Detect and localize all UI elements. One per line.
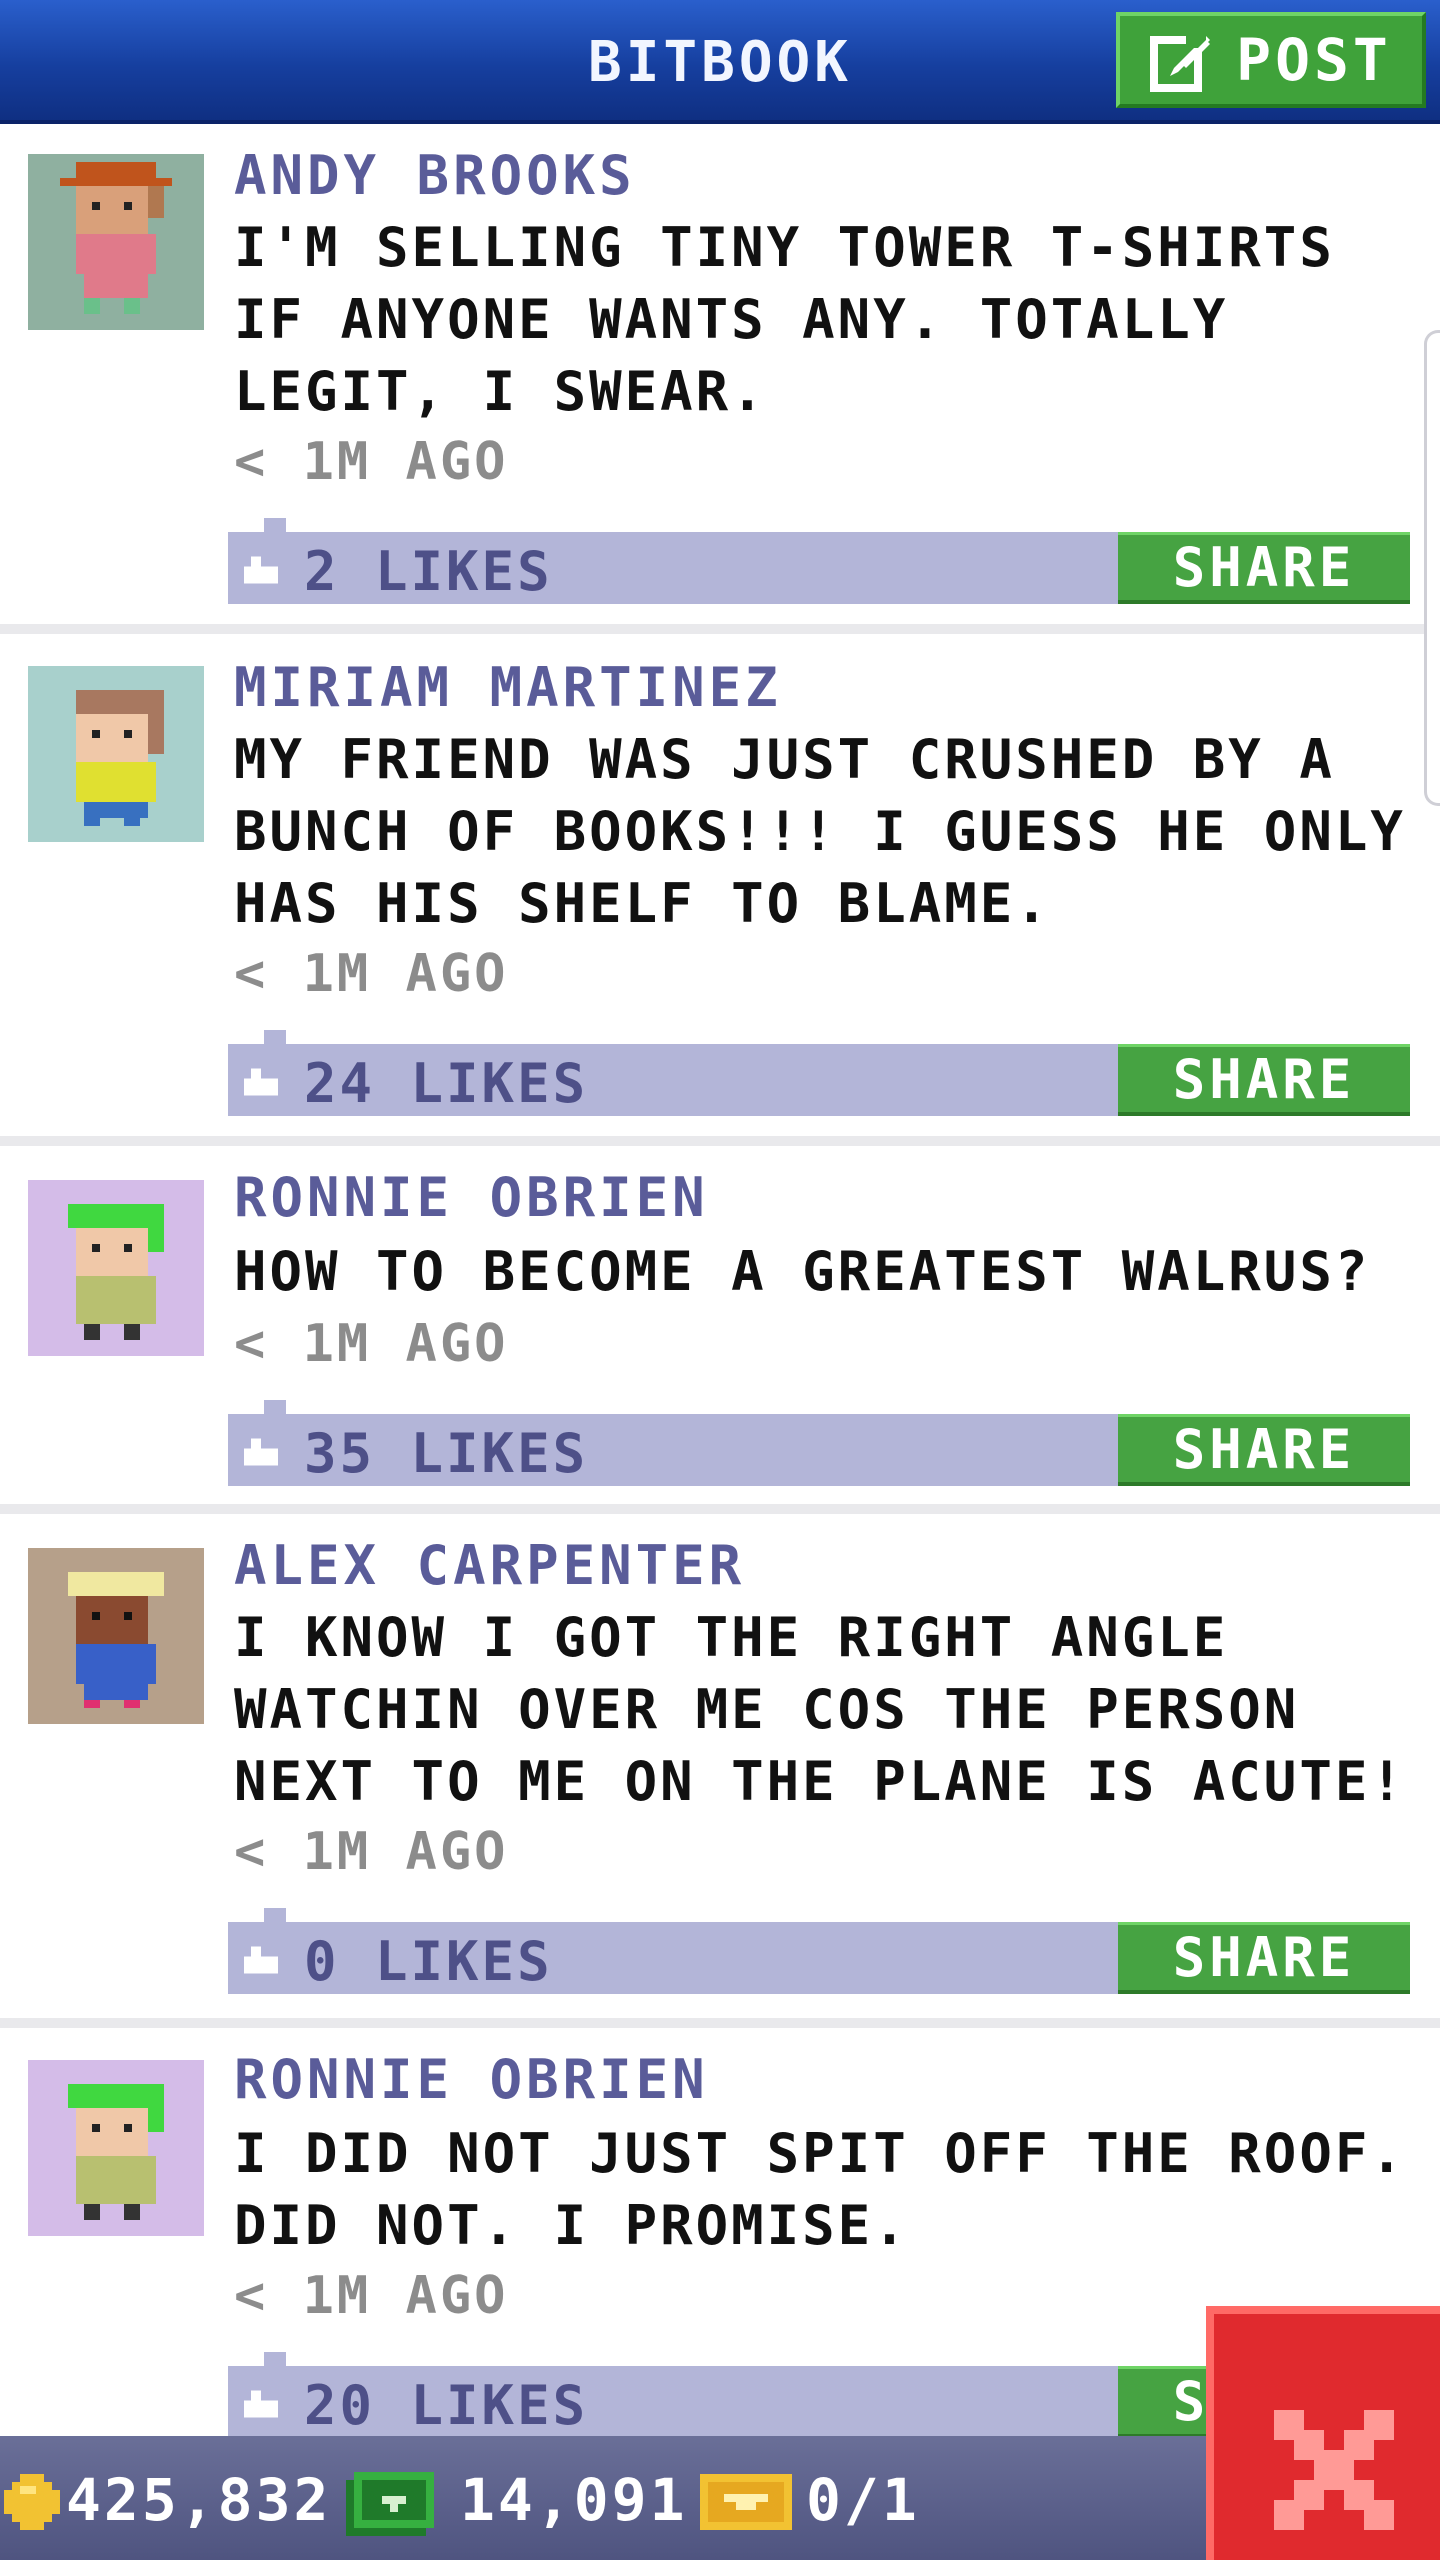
miriam-avatar-icon bbox=[28, 666, 204, 842]
like-icon[interactable] bbox=[244, 1068, 278, 1096]
post-time: < 1M AGO bbox=[234, 944, 509, 1004]
post-author[interactable]: RONNIE OBRIEN bbox=[234, 1166, 709, 1229]
like-icon[interactable] bbox=[244, 556, 278, 584]
post-button-label: POST bbox=[1236, 26, 1392, 94]
post-message: I DID NOT JUST SPIT OFF THE ROOF. DID NO… bbox=[234, 2122, 1406, 2257]
avatar[interactable] bbox=[28, 2060, 204, 2236]
alex-avatar-icon bbox=[28, 1548, 204, 1724]
avatar[interactable] bbox=[28, 1548, 204, 1724]
avatar[interactable] bbox=[28, 1180, 204, 1356]
likes-count[interactable]: 0 LIKES bbox=[304, 1930, 553, 1993]
close-button[interactable] bbox=[1206, 2306, 1440, 2560]
avatar[interactable] bbox=[28, 666, 204, 842]
post-message: HOW TO BECOME A GREATEST WALRUS? bbox=[234, 1240, 1371, 1303]
likes-count[interactable]: 35 LIKES bbox=[304, 1422, 588, 1485]
like-bar-tab bbox=[264, 1908, 286, 1922]
like-bar: 0 LIKES SHARE bbox=[228, 1908, 1410, 1994]
likes-count[interactable]: 20 LIKES bbox=[304, 2374, 588, 2436]
post-message: MY FRIEND WAS JUST CRUSHED BY A BUNCH OF… bbox=[234, 728, 1406, 935]
post-author[interactable]: MIRIAM MARTINEZ bbox=[234, 656, 782, 719]
scroll-indicator[interactable] bbox=[1424, 330, 1440, 806]
like-bar: 35 LIKES SHARE bbox=[228, 1400, 1410, 1486]
divider bbox=[0, 1136, 1440, 1146]
like-bar: 2 LIKES SHARE bbox=[228, 518, 1410, 604]
like-icon[interactable] bbox=[244, 1438, 278, 1466]
andy-avatar-icon bbox=[28, 154, 204, 330]
tickets-value: 0/1 bbox=[806, 2466, 920, 2534]
post-message: I KNOW I GOT THE RIGHT ANGLE WATCHIN OVE… bbox=[234, 1606, 1406, 1813]
likes-count[interactable]: 24 LIKES bbox=[304, 1052, 588, 1115]
post-time: < 1M AGO bbox=[234, 432, 509, 492]
ronnie-avatar-icon bbox=[28, 2060, 204, 2236]
post-author[interactable]: ANDY BROOKS bbox=[234, 144, 636, 207]
post-time: < 1M AGO bbox=[234, 2266, 509, 2326]
divider bbox=[0, 2018, 1440, 2028]
like-bar: 24 LIKES SHARE bbox=[228, 1030, 1410, 1116]
cash-icon bbox=[346, 2472, 434, 2536]
coin-icon bbox=[4, 2474, 60, 2530]
share-button[interactable]: SHARE bbox=[1118, 1414, 1410, 1486]
ronnie-avatar-icon bbox=[28, 1180, 204, 1356]
post-time: < 1M AGO bbox=[234, 1314, 509, 1374]
feed-post: ALEX CARPENTER I KNOW I GOT THE RIGHT AN… bbox=[0, 1514, 1440, 2022]
post-feed[interactable]: ANDY BROOKS I'M SELLING TINY TOWER T-SHI… bbox=[0, 124, 1440, 2436]
close-icon bbox=[1274, 2410, 1394, 2530]
avatar[interactable] bbox=[28, 154, 204, 330]
top-bar: BITBOOK POST bbox=[0, 0, 1440, 124]
feed-post: RONNIE OBRIEN HOW TO BECOME A GREATEST W… bbox=[0, 1146, 1440, 1512]
divider bbox=[0, 1504, 1440, 1514]
like-icon[interactable] bbox=[244, 2390, 278, 2418]
likes-count[interactable]: 2 LIKES bbox=[304, 540, 553, 603]
post-time: < 1M AGO bbox=[234, 1822, 509, 1882]
bux-value: 14,091 bbox=[460, 2466, 688, 2534]
like-bar-tab bbox=[264, 1400, 286, 1414]
post-message: I'M SELLING TINY TOWER T-SHIRTS IF ANYON… bbox=[234, 216, 1335, 423]
post-button[interactable]: POST bbox=[1116, 12, 1426, 108]
like-bar-tab bbox=[264, 1030, 286, 1044]
post-author[interactable]: ALEX CARPENTER bbox=[234, 1534, 745, 1597]
post-author[interactable]: RONNIE OBRIEN bbox=[234, 2048, 709, 2111]
share-button[interactable]: SHARE bbox=[1118, 1044, 1410, 1116]
like-bar-tab bbox=[264, 518, 286, 532]
feed-post: MIRIAM MARTINEZ MY FRIEND WAS JUST CRUSH… bbox=[0, 634, 1440, 1142]
post-edit-icon bbox=[1150, 36, 1211, 92]
share-button[interactable]: SHARE bbox=[1118, 532, 1410, 604]
share-button[interactable]: SHARE bbox=[1118, 1922, 1410, 1994]
like-icon[interactable] bbox=[244, 1946, 278, 1974]
feed-post: ANDY BROOKS I'M SELLING TINY TOWER T-SHI… bbox=[0, 124, 1440, 632]
like-bar-tab bbox=[264, 2352, 286, 2366]
divider bbox=[0, 624, 1440, 634]
ticket-icon bbox=[700, 2474, 792, 2530]
coins-value: 425,832 bbox=[66, 2466, 332, 2534]
